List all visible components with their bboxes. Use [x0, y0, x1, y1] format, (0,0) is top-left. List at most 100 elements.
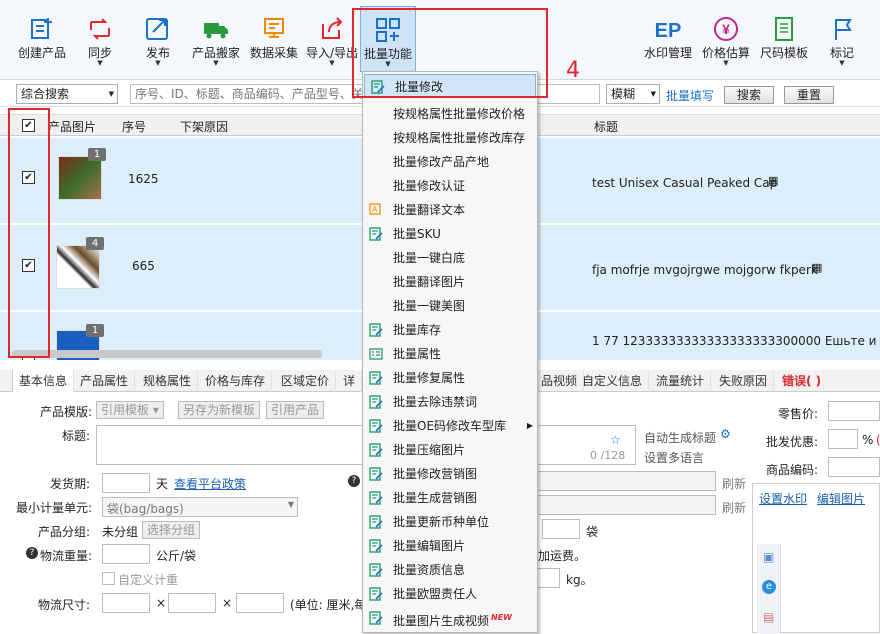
qrcode-icon[interactable]: ▦ [812, 261, 822, 274]
service-template-select[interactable] [536, 495, 716, 515]
set-watermark-link[interactable]: 设置水印 [759, 490, 807, 507]
menu-item-label: 批量欧盟责任人 [393, 587, 478, 601]
auto-title-label[interactable]: 自动生成标题 [644, 429, 716, 446]
size-length-input[interactable] [102, 593, 150, 613]
wholesale-input[interactable] [828, 429, 858, 449]
tab-product-attributes[interactable]: 产品属性 [74, 370, 136, 392]
retail-price-input[interactable] [828, 401, 880, 421]
create-product-label: 创建产品 [17, 46, 66, 60]
menu-item-sku[interactable]: 批量SKU [363, 222, 537, 246]
menu-item-currency-unit[interactable]: 批量更新币种单位 [363, 510, 537, 534]
photo-icon[interactable]: ▣ [763, 550, 774, 564]
tab-price-stock[interactable]: 价格与库存 [199, 370, 273, 392]
menu-item-oe-code[interactable]: 批量OE码修改车型库 ▶ [363, 414, 537, 438]
menu-item-eu-responsible[interactable]: 批量欧盟责任人 [363, 582, 537, 606]
menu-item-label: 批量修改产品产地 [393, 155, 490, 169]
tab-traffic-stats[interactable]: 流量统计 [650, 370, 712, 392]
menu-item-edit-marketing-image[interactable]: 批量修改营销图 [363, 462, 537, 486]
tab-basic-info[interactable]: 基本信息 [12, 370, 75, 392]
menu-item-beautify[interactable]: 批量一键美图 [363, 294, 537, 318]
size-template-button[interactable]: 尺码模板 [756, 6, 812, 72]
chevron-down-icon: ▼ [155, 59, 161, 67]
menu-item-compress-image[interactable]: 批量压缩图片 [363, 438, 537, 462]
menu-item-image-to-video[interactable]: 批量图片生成视频 NEW [363, 606, 537, 630]
publish-icon [146, 18, 168, 40]
menu-item-remove-banned-words[interactable]: 批量去除违禁词 [363, 390, 537, 414]
help-icon[interactable]: ? [26, 547, 38, 559]
menu-item-fix-attributes[interactable]: 批量修复属性 [363, 366, 537, 390]
menu-item-translate-image[interactable]: 批量翻译图片 [363, 270, 537, 294]
ref-template-label: 引用模板 [101, 403, 150, 417]
size-width-input[interactable] [168, 593, 216, 613]
price-estimate-button[interactable]: ¥ 价格估算 ▼ [698, 6, 754, 72]
refresh-link-2[interactable]: 刷新 [722, 499, 746, 516]
menu-item-origin[interactable]: 批量修改产品产地 [363, 150, 537, 174]
custom-weight-checkbox[interactable] [102, 572, 115, 585]
menu-item-price-by-spec[interactable]: 按规格属性批量修改价格 [363, 102, 537, 126]
menu-item-stock-by-spec[interactable]: 按规格属性批量修改库存 [363, 126, 537, 150]
tab-errors[interactable]: 错误( ) [776, 370, 827, 392]
group-value: 未分组 [102, 525, 139, 539]
tab-custom-info[interactable]: 自定义信息 [576, 370, 650, 392]
gear-icon[interactable]: ⚙ [720, 427, 731, 441]
refresh-link-1[interactable]: 刷新 [722, 475, 746, 492]
tab-region-pricing[interactable]: 区域定价 [275, 370, 337, 392]
chevron-down-icon: ▼ [287, 500, 294, 509]
menu-item-label: 批量SKU [393, 227, 441, 241]
menu-item-edit-images[interactable]: 批量编辑图片 [363, 534, 537, 558]
menu-item-label: 批量图片生成视频 [393, 614, 490, 628]
menu-item-qualification[interactable]: 批量资质信息 [363, 558, 537, 582]
batch-fill-link[interactable]: 批量填写 [666, 87, 714, 104]
image-icon[interactable]: ▤ [763, 610, 774, 624]
min-unit-select[interactable]: 袋(bag/bags) ▼ [102, 497, 298, 517]
menu-item-stock[interactable]: 批量库存 [363, 318, 537, 342]
platform-policy-link[interactable]: 查看平台政策 [174, 475, 246, 492]
package-qty-input[interactable] [542, 519, 580, 539]
save-template-button[interactable]: 另存为新模板 [178, 401, 261, 419]
weight-input[interactable] [102, 544, 150, 564]
help-icon[interactable]: ? [348, 475, 360, 487]
edit-doc-icon [369, 563, 383, 577]
search-button[interactable]: 搜索 [724, 86, 774, 104]
shipping-template-select[interactable] [536, 471, 716, 491]
tab-spec-attributes[interactable]: 规格属性 [137, 370, 199, 392]
match-mode-select[interactable]: 模糊 ▼ [606, 84, 660, 104]
product-code-input[interactable] [828, 457, 880, 477]
sync-button[interactable]: 同步 ▼ [72, 6, 128, 72]
tab-failure-reason[interactable]: 失败原因 [713, 370, 775, 392]
menu-item-generate-marketing-image[interactable]: 批量生成营销图 [363, 486, 537, 510]
create-product-button[interactable]: 创建产品 [14, 6, 70, 72]
mark-button[interactable]: 标记 ▼ [814, 6, 870, 72]
delivery-days-input[interactable] [102, 473, 150, 493]
header-product-image: 产品图片 [48, 120, 97, 134]
retail-price-label: 零售价: [778, 407, 819, 421]
star-doc-icon[interactable]: ☆ [610, 433, 621, 447]
header-title: 标题 [594, 120, 619, 134]
horizontal-scrollbar[interactable] [12, 350, 322, 358]
edit-image-link[interactable]: 编辑图片 [817, 490, 865, 507]
search-type-select[interactable]: 综合搜索 ▼ [16, 84, 118, 104]
menu-item-certification[interactable]: 批量修改认证 [363, 174, 537, 198]
kg-unit: kg。 [566, 573, 593, 587]
ref-template-button[interactable]: 引用模板 ▾ [96, 401, 164, 419]
reset-button[interactable]: 重置 [784, 86, 834, 104]
menu-item-white-bg[interactable]: 批量一键白底 [363, 246, 537, 270]
browser-icon[interactable]: e [762, 580, 776, 594]
tab-detail[interactable]: 详 [337, 370, 363, 392]
multi-lang-label[interactable]: 设置多语言 [644, 449, 704, 466]
product-thumbnail[interactable] [58, 156, 102, 200]
data-collect-button[interactable]: 数据采集 [246, 6, 302, 72]
product-thumbnail[interactable] [56, 245, 100, 289]
menu-item-translate-text[interactable]: A 批量翻译文本 [363, 198, 537, 222]
template-label: 产品模版: [40, 405, 93, 419]
kg-input[interactable] [536, 568, 560, 588]
size-height-input[interactable] [236, 593, 284, 613]
menu-item-attributes[interactable]: 批量属性 [363, 342, 537, 366]
choose-group-button[interactable]: 选择分组 [142, 521, 201, 539]
header-offline-reason: 下架原因 [180, 120, 229, 134]
product-move-button[interactable]: 产品搬家 ▼ [188, 6, 244, 72]
ref-product-button[interactable]: 引用产品 [266, 401, 325, 419]
qrcode-icon[interactable]: ▦ [768, 174, 778, 187]
publish-button[interactable]: 发布 ▼ [130, 6, 186, 72]
watermark-manage-button[interactable]: EP 水印管理 [640, 6, 696, 72]
